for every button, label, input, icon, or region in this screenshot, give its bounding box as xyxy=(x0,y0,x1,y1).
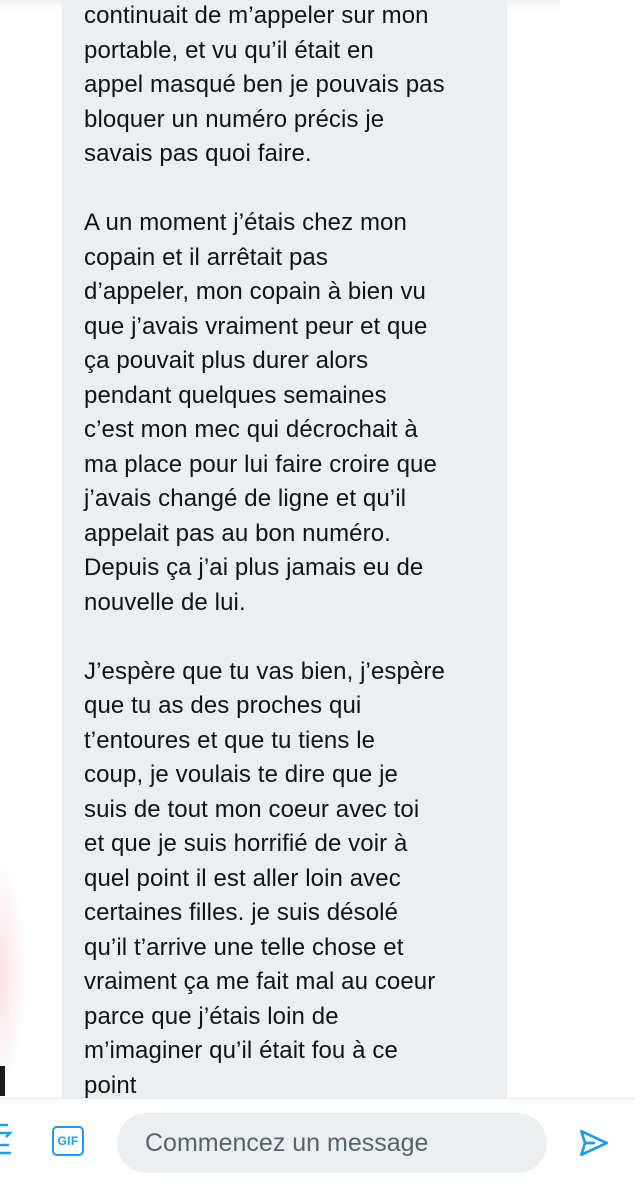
message-composer: GIF xyxy=(0,1098,635,1200)
paper-plane-icon xyxy=(580,1129,608,1157)
send-button[interactable] xyxy=(572,1123,616,1163)
message-input[interactable] xyxy=(117,1113,547,1173)
image-icon[interactable] xyxy=(0,1121,14,1161)
gif-icon: GIF xyxy=(57,1134,79,1148)
screenshot-edge-artifact xyxy=(0,860,26,1090)
dm-conversation-screen: continuait de m’appeler sur mon portable… xyxy=(0,0,635,1200)
gif-button[interactable]: GIF xyxy=(52,1126,84,1156)
message-text: continuait de m’appeler sur mon portable… xyxy=(84,2,445,1098)
received-message-bubble: continuait de m’appeler sur mon portable… xyxy=(62,0,507,1098)
screenshot-edge-mark xyxy=(0,1066,5,1096)
